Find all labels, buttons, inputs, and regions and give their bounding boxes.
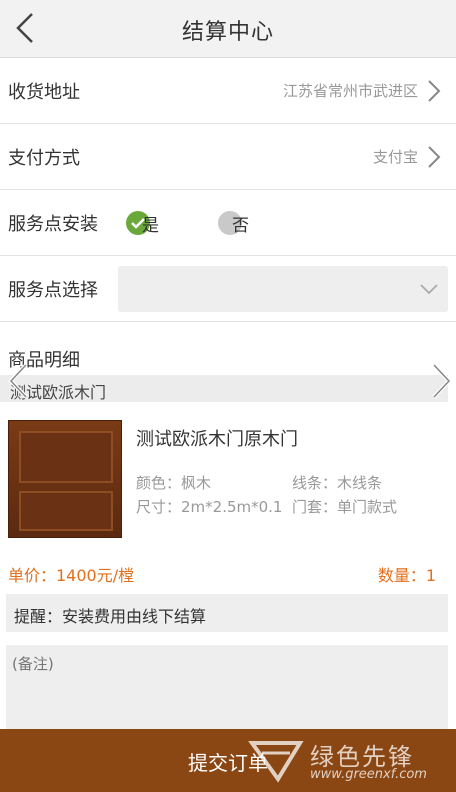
notes-input[interactable] (6, 645, 448, 729)
product-size: 尺寸：2m*2.5m*0.1 (136, 498, 283, 516)
service-point-select[interactable] (118, 266, 448, 312)
payment-value: 支付宝 (372, 148, 418, 166)
install-yes-label: 是 (142, 216, 159, 236)
footer-bar: 提交订单 (0, 729, 456, 792)
address-label: 收货地址 (8, 82, 80, 103)
carousel-next-icon[interactable] (428, 362, 454, 400)
product-cover: 门套：单门款式 (292, 498, 398, 516)
install-label: 服务点安装 (8, 214, 98, 235)
chevron-right-icon (428, 80, 441, 102)
reminder-text: 提醒：安装费用由线下结算 (14, 607, 207, 626)
install-no-label: 否 (232, 216, 249, 236)
install-row: 服务点安装 是 否 (0, 190, 456, 256)
carousel-prev-icon[interactable] (6, 362, 32, 400)
submit-order-button[interactable]: 提交订单 (0, 747, 456, 776)
product-color: 颜色：枫木 (136, 474, 212, 492)
payment-row[interactable]: 支付方式 支付宝 (0, 124, 456, 190)
product-name: 测试欧派木门原木门 (136, 429, 298, 450)
product-strip: 测试欧派木门 (0, 375, 448, 402)
chevron-down-icon (420, 284, 438, 295)
payment-label: 支付方式 (8, 148, 80, 169)
address-value: 江苏省常州市武进区 (282, 82, 418, 100)
header-bar: 结算中心 (0, 0, 456, 58)
product-image (8, 420, 122, 538)
chevron-right-icon (428, 146, 441, 168)
install-fee-reminder: 提醒：安装费用由线下结算 (6, 594, 448, 632)
unit-price: 单价：1400元/樘 (8, 566, 135, 585)
product-lines: 线条：木线条 (292, 474, 383, 492)
quantity: 数量：1 (377, 566, 436, 585)
address-row[interactable]: 收货地址 江苏省常州市武进区 (0, 58, 456, 124)
service-point-row: 服务点选择 (0, 256, 456, 322)
page-title: 结算中心 (181, 20, 274, 45)
service-point-label: 服务点选择 (8, 280, 98, 301)
